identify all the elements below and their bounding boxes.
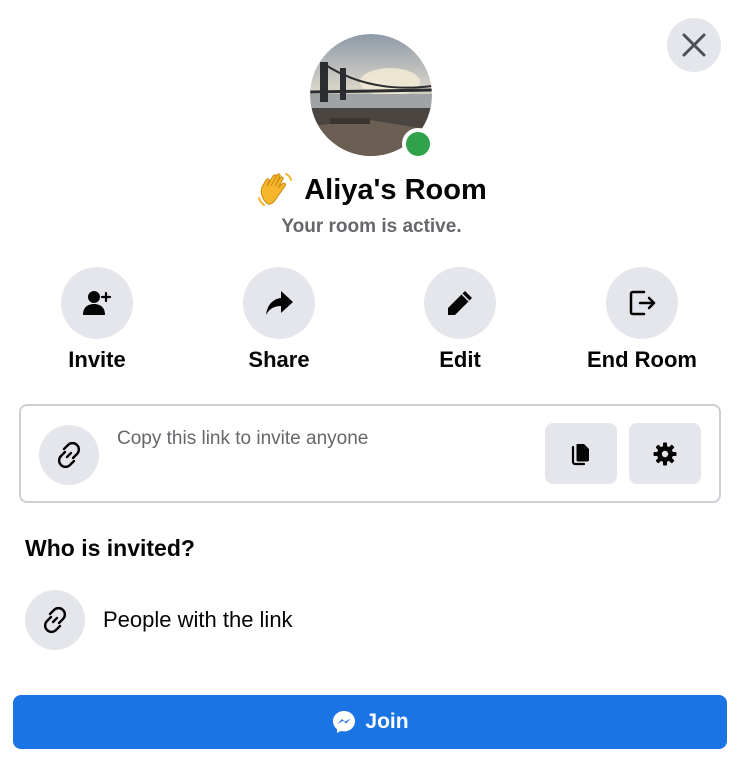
share-label: Share bbox=[248, 347, 310, 372]
join-label: Join bbox=[365, 710, 409, 733]
link-settings-button[interactable] bbox=[629, 423, 701, 484]
share-button[interactable]: Share bbox=[199, 267, 359, 373]
room-title: Aliya's Room bbox=[304, 173, 487, 206]
end-room-button[interactable]: End Room bbox=[562, 267, 722, 373]
edit-label: Edit bbox=[439, 347, 481, 372]
room-title-row: Aliya's Room bbox=[0, 168, 743, 212]
link-icon-circle bbox=[39, 425, 99, 485]
copy-icon bbox=[571, 443, 589, 465]
who-is-invited-heading: Who is invited? bbox=[25, 535, 195, 561]
link-icon bbox=[43, 606, 67, 634]
close-button[interactable] bbox=[667, 18, 721, 72]
edit-icon-circle bbox=[424, 267, 496, 339]
copy-link-prompt: Copy this link to invite anyone bbox=[117, 428, 369, 449]
invite-link-box: Copy this link to invite anyone bbox=[19, 404, 721, 503]
room-status-text: Your room is active. bbox=[281, 216, 462, 237]
add-person-icon bbox=[83, 291, 112, 315]
invite-icon-circle bbox=[61, 267, 133, 339]
invite-permission-label: People with the link bbox=[103, 607, 293, 632]
online-status-dot bbox=[402, 128, 434, 160]
share-arrow-icon bbox=[266, 291, 293, 315]
copy-link-button[interactable] bbox=[545, 423, 617, 484]
messenger-icon bbox=[333, 711, 356, 733]
end-room-icon-circle bbox=[606, 267, 678, 339]
end-room-label: End Room bbox=[587, 347, 697, 372]
invite-button[interactable]: Invite bbox=[17, 267, 177, 373]
link-permission-icon-circle bbox=[25, 590, 85, 650]
share-icon-circle bbox=[243, 267, 315, 339]
link-icon bbox=[57, 441, 81, 469]
edit-button[interactable]: Edit bbox=[380, 267, 540, 373]
join-button[interactable]: Join bbox=[13, 695, 727, 749]
waving-hand-icon bbox=[258, 173, 293, 206]
gear-icon bbox=[653, 442, 677, 465]
invite-permission-row[interactable]: People with the link bbox=[25, 590, 293, 650]
exit-icon bbox=[629, 290, 656, 316]
room-avatar bbox=[310, 34, 434, 160]
close-icon bbox=[682, 33, 706, 57]
pencil-icon bbox=[448, 291, 472, 315]
invite-label: Invite bbox=[68, 347, 126, 372]
